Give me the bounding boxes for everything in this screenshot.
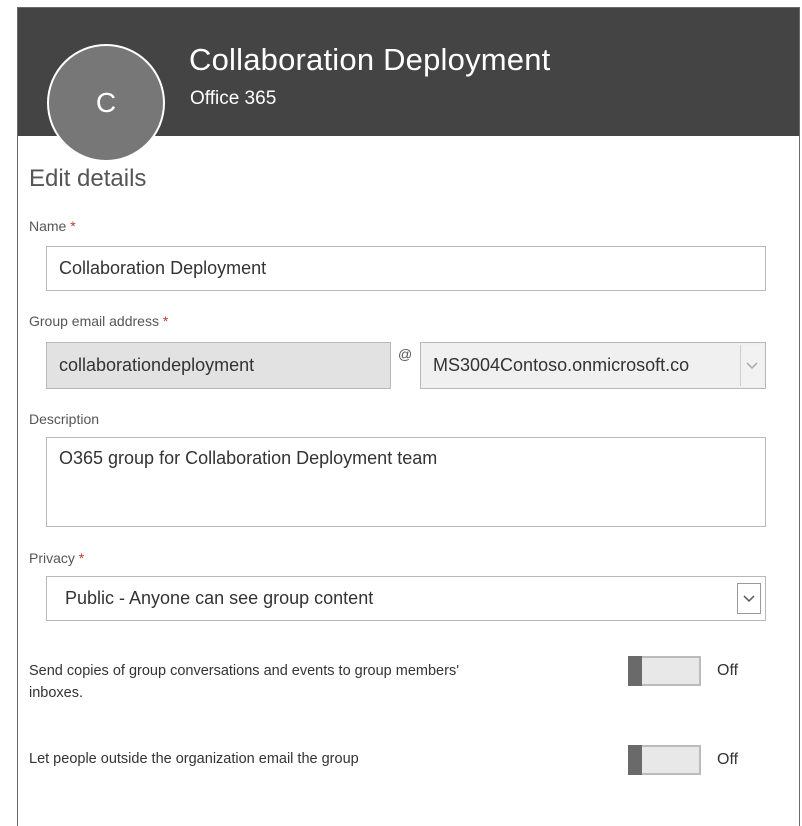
required-mark: * bbox=[162, 313, 169, 329]
toggle-knob bbox=[628, 656, 642, 686]
name-input[interactable]: Collaboration Deployment bbox=[46, 246, 766, 291]
description-textarea[interactable]: O365 group for Collaboration Deployment … bbox=[46, 437, 766, 527]
description-label: Description bbox=[29, 411, 100, 427]
send-copies-toggle[interactable] bbox=[628, 656, 701, 686]
email-domain-select[interactable]: MS3004Contoso.onmicrosoft.co bbox=[420, 342, 766, 389]
description-value: O365 group for Collaboration Deployment … bbox=[59, 448, 438, 468]
privacy-select[interactable]: Public - Anyone can see group content bbox=[46, 576, 766, 621]
external-email-toggle[interactable] bbox=[628, 745, 701, 775]
name-input-value: Collaboration Deployment bbox=[59, 258, 267, 278]
privacy-selected-value: Public - Anyone can see group content bbox=[65, 588, 374, 608]
chevron-down-icon bbox=[740, 345, 763, 386]
required-mark: * bbox=[78, 550, 85, 566]
external-email-label: Let people outside the organization emai… bbox=[29, 751, 359, 767]
section-title: Edit details bbox=[29, 165, 147, 192]
at-symbol: @ bbox=[398, 346, 413, 362]
email-label: Group email address * bbox=[29, 313, 168, 329]
email-label-text: Group email address bbox=[29, 313, 159, 329]
email-alias-input: collaborationdeployment bbox=[46, 342, 391, 389]
required-mark: * bbox=[70, 218, 76, 234]
chevron-down-icon bbox=[737, 583, 761, 614]
name-label: Name * bbox=[29, 218, 76, 234]
email-domain-value: MS3004Contoso.onmicrosoft.co bbox=[433, 355, 690, 375]
send-copies-state: Off bbox=[717, 662, 739, 679]
email-alias-value: collaborationdeployment bbox=[59, 355, 255, 375]
group-avatar: C bbox=[47, 44, 165, 162]
send-copies-label: Send copies of group conversations and e… bbox=[29, 663, 459, 701]
name-label-text: Name bbox=[29, 218, 67, 234]
panel-header: C Collaboration Deployment Office 365 bbox=[18, 8, 799, 162]
privacy-label-text: Privacy bbox=[29, 550, 75, 566]
privacy-label: Privacy * bbox=[29, 550, 84, 566]
external-email-state: Off bbox=[717, 751, 739, 768]
group-title: Collaboration Deployment bbox=[189, 42, 551, 77]
toggle-knob bbox=[628, 745, 642, 775]
avatar-letter: C bbox=[95, 87, 117, 118]
group-subtitle: Office 365 bbox=[190, 88, 277, 109]
